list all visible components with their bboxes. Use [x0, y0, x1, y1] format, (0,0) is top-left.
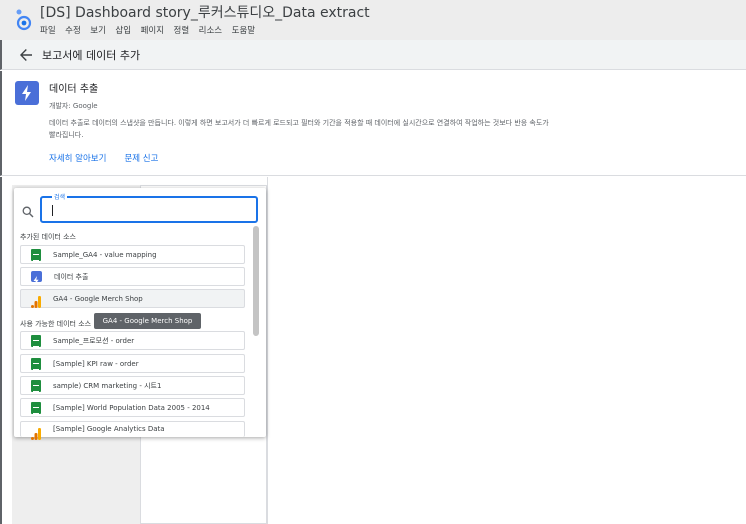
connector-links: 자세히 알아보기 문제 신고 [49, 152, 158, 164]
divider [267, 177, 268, 524]
sheets-icon [31, 379, 41, 392]
list-item[interactable]: Sample_GA4 - value mapping [20, 245, 245, 264]
title-bar: [DS] Dashboard story_루커스튜디오_Data extract… [0, 0, 746, 40]
sheets-icon [31, 401, 41, 414]
back-arrow-icon[interactable] [18, 47, 34, 63]
item-label: 데이터 추출 [54, 272, 89, 281]
item-label: Sample_프로모션 - order [53, 336, 135, 345]
item-label: [Sample] KPI raw - order [53, 359, 139, 368]
panel-title: 보고서에 데이터 추가 [42, 49, 141, 62]
scrollbar-thumb[interactable] [253, 226, 259, 336]
sheets-icon [31, 334, 41, 347]
available-sources-heading: 사용 가능한 데이터 소스 [20, 320, 92, 328]
menu-arrange[interactable]: 정렬 [174, 24, 190, 36]
menu-view[interactable]: 보기 [90, 24, 106, 36]
list-item[interactable]: 데이터 추출 [20, 267, 245, 286]
search-icon [22, 206, 34, 218]
menu-help[interactable]: 도움말 [232, 24, 255, 36]
item-label: GA4 - Google Merch Shop [53, 294, 143, 303]
added-sources-heading: 추가된 데이터 소스 [20, 233, 76, 241]
item-label: [Sample] World Population Data 2005 - 20… [53, 403, 210, 412]
item-tooltip: GA4 - Google Merch Shop [94, 313, 201, 329]
text-cursor [52, 205, 53, 216]
menu-bar: 파일 수정 보기 삽입 페이지 정렬 리소스 도움말 [40, 24, 265, 36]
dropdown-scrollbar[interactable] [252, 224, 260, 434]
sheets-icon [31, 357, 41, 370]
list-item[interactable]: [Sample] Google Analytics Data [20, 421, 245, 440]
sheets-icon [31, 248, 41, 261]
item-label: [Sample] Google Analytics Data [53, 425, 165, 433]
extract-connector-icon [15, 81, 39, 105]
connector-description: 데이터 추출로 데이터의 스냅샷을 만듭니다. 이렇게 하면 보고서가 더 빠르… [49, 119, 549, 139]
analytics-icon [31, 293, 41, 308]
document-title[interactable]: [DS] Dashboard story_루커스튜디오_Data extract [40, 2, 370, 22]
item-label: sample) CRM marketing - 시트1 [53, 381, 162, 390]
search-label: 검색 [52, 192, 68, 201]
learn-more-link[interactable]: 자세히 알아보기 [49, 152, 106, 164]
list-item[interactable]: Sample_프로모션 - order [20, 331, 245, 350]
connector-info: 데이터 추출 개발자: Google 데이터 추출로 데이터의 스냅샷을 만듭니… [0, 71, 746, 176]
menu-file[interactable]: 파일 [40, 24, 56, 36]
extract-icon [31, 271, 42, 285]
item-label: Sample_GA4 - value mapping [53, 250, 157, 259]
looker-studio-logo-icon [16, 9, 32, 31]
menu-insert[interactable]: 삽입 [115, 24, 131, 36]
menu-resource[interactable]: 리소스 [199, 24, 222, 36]
search-input[interactable]: 검색 [40, 192, 258, 223]
connector-name: 데이터 추출 [49, 84, 99, 95]
list-item[interactable]: [Sample] World Population Data 2005 - 20… [20, 398, 245, 417]
add-data-panel-header: 보고서에 데이터 추가 [0, 40, 746, 70]
list-item[interactable]: sample) CRM marketing - 시트1 [20, 376, 245, 395]
connector-developer: 개발자: Google [49, 102, 98, 110]
list-item[interactable]: GA4 - Google Merch Shop [20, 289, 245, 308]
menu-edit[interactable]: 수정 [65, 24, 81, 36]
report-issue-link[interactable]: 문제 신고 [124, 152, 158, 164]
analytics-icon [31, 425, 41, 440]
menu-page[interactable]: 페이지 [141, 24, 164, 36]
list-item[interactable]: [Sample] KPI raw - order [20, 354, 245, 373]
